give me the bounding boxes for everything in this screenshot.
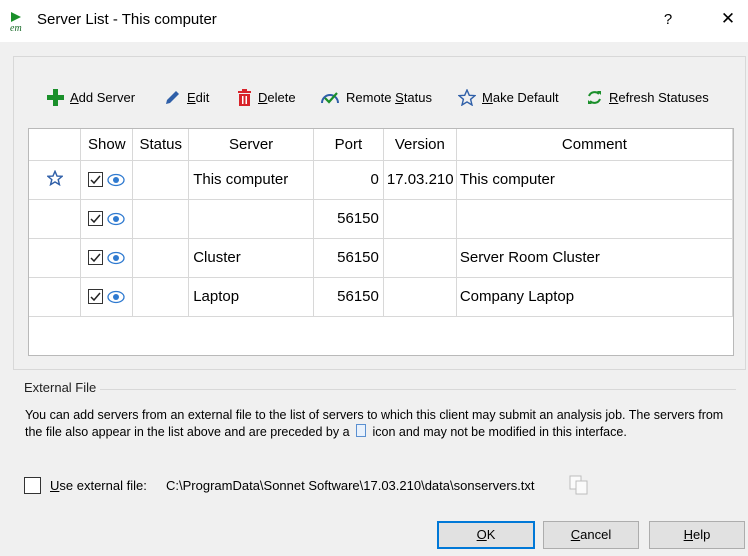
- default-cell: [29, 199, 82, 239]
- comment-cell: This computer: [456, 160, 734, 200]
- comment-cell: Server Room Cluster: [456, 238, 734, 278]
- port-cell: 56150: [313, 277, 384, 317]
- default-cell: [29, 238, 82, 278]
- show-cell: [80, 277, 134, 317]
- window-title: Server List - This computer: [37, 11, 217, 28]
- external-file-icon: [356, 424, 367, 437]
- server-list-dialog: em Server List - This computer ? ✕ Add S…: [0, 0, 748, 556]
- eye-icon[interactable]: [107, 173, 125, 187]
- star-icon: [458, 88, 476, 106]
- use-external-file-checkbox[interactable]: [24, 477, 41, 494]
- server-table[interactable]: Show Status Server Port Version Comment: [28, 128, 734, 356]
- default-star-icon: [45, 169, 64, 186]
- checkmark-icon: [90, 214, 101, 224]
- version-cell: 17.03.210: [383, 160, 457, 200]
- table-row[interactable]: This computer 0 17.03.210 This computer: [29, 160, 734, 200]
- refresh-statuses-label: Refresh Statuses: [609, 89, 709, 105]
- status-cell: [132, 160, 190, 200]
- external-file-section-title: External File: [24, 380, 97, 395]
- status-cell: [132, 199, 190, 239]
- server-cell: Laptop: [188, 277, 314, 317]
- remote-status-label: Remote Status: [346, 89, 432, 105]
- port-cell: 56150: [313, 238, 384, 278]
- delete-button[interactable]: Delete: [237, 87, 296, 107]
- table-row[interactable]: 56150: [29, 199, 734, 239]
- status-cell: [132, 277, 190, 317]
- make-default-label: Make Default: [482, 89, 559, 105]
- column-header-default[interactable]: [29, 129, 82, 161]
- column-header-port[interactable]: Port: [313, 129, 384, 161]
- column-header-version[interactable]: Version: [383, 129, 457, 161]
- server-panel: Add Server Edit Delete Remote Status Mak…: [13, 56, 746, 370]
- checkmark-icon: [90, 253, 101, 263]
- refresh-icon: [588, 90, 601, 104]
- ok-button[interactable]: OK: [437, 521, 535, 549]
- make-default-button[interactable]: Make Default: [458, 87, 559, 107]
- show-checkbox[interactable]: [88, 211, 104, 226]
- show-cell: [80, 199, 134, 239]
- column-header-server[interactable]: Server: [188, 129, 314, 161]
- version-cell: [383, 238, 457, 278]
- add-server-button[interactable]: Add Server: [47, 87, 135, 107]
- comment-cell: [456, 199, 734, 239]
- checkmark-icon: [90, 175, 101, 185]
- version-cell: [383, 277, 457, 317]
- refresh-statuses-button[interactable]: Refresh Statuses: [586, 87, 709, 107]
- description-part-2: icon and may not be modified in this int…: [372, 425, 627, 439]
- eye-icon[interactable]: [107, 212, 125, 226]
- show-checkbox[interactable]: [88, 250, 104, 265]
- svg-text:em: em: [10, 23, 22, 33]
- remote-status-button[interactable]: Remote Status: [320, 87, 432, 107]
- eye-icon[interactable]: [107, 251, 125, 265]
- external-file-description: You can add servers from an external fil…: [25, 407, 737, 441]
- table-header-row: Show Status Server Port Version Comment: [29, 129, 734, 161]
- eye-icon[interactable]: [107, 290, 125, 304]
- title-help-button[interactable]: ?: [660, 11, 676, 28]
- use-external-file-label[interactable]: Use external file:: [50, 478, 147, 493]
- copy-icon[interactable]: [568, 474, 590, 496]
- show-cell: [80, 160, 134, 200]
- edit-button[interactable]: Edit: [164, 87, 209, 107]
- port-cell: 56150: [313, 199, 384, 239]
- port-cell: 0: [313, 160, 384, 200]
- table-row[interactable]: Cluster 56150 Server Room Cluster: [29, 238, 734, 278]
- sonnet-em-logo-icon: em: [10, 12, 22, 33]
- column-header-comment[interactable]: Comment: [456, 129, 734, 161]
- title-bar: em Server List - This computer ? ✕: [0, 0, 748, 42]
- close-button[interactable]: ✕: [718, 9, 738, 29]
- trash-icon: [238, 88, 251, 106]
- external-file-path: C:\ProgramData\Sonnet Software\17.03.210…: [166, 478, 535, 493]
- cancel-button[interactable]: Cancel: [543, 521, 639, 549]
- show-checkbox[interactable]: [88, 289, 104, 304]
- comment-cell: Company Laptop: [456, 277, 734, 317]
- status-cell: [132, 238, 190, 278]
- server-cell: Cluster: [188, 238, 314, 278]
- delete-label: Delete: [258, 89, 296, 105]
- server-cell: This computer: [188, 160, 314, 200]
- version-cell: [383, 199, 457, 239]
- toolbar: Add Server Edit Delete Remote Status Mak…: [14, 57, 747, 127]
- show-checkbox[interactable]: [88, 172, 104, 187]
- pencil-icon: [166, 90, 179, 104]
- default-cell: [29, 160, 82, 200]
- column-header-show[interactable]: Show: [80, 129, 134, 161]
- server-cell: [188, 199, 314, 239]
- edit-label: Edit: [187, 89, 210, 105]
- checkmark-icon: [90, 292, 101, 302]
- show-cell: [80, 238, 134, 278]
- table-row[interactable]: Laptop 56150 Company Laptop: [29, 277, 734, 317]
- plus-icon: [47, 88, 64, 106]
- default-cell: [29, 277, 82, 317]
- column-header-status[interactable]: Status: [132, 129, 190, 161]
- section-divider: [100, 389, 736, 390]
- help-button[interactable]: Help: [649, 521, 745, 549]
- add-server-label: Add Server: [70, 89, 136, 105]
- gauge-check-icon: [321, 91, 339, 104]
